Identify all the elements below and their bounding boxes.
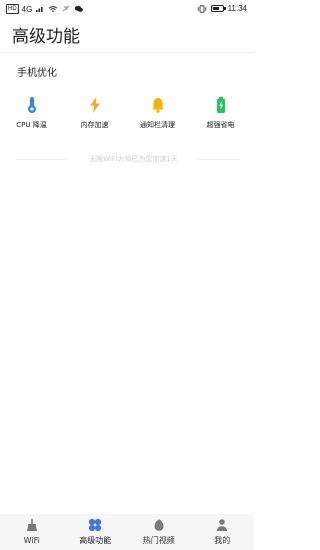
- wechat-icon: [75, 5, 84, 12]
- bottom-nav: WiFi 高级功能 热门视频 我的: [0, 514, 254, 550]
- nav-label: 热门视频: [142, 536, 175, 545]
- boost-notice-row: 无限WiFi大师已为您加速1天: [16, 153, 240, 165]
- feature-label: CPU 降温: [16, 121, 47, 129]
- thermometer-icon: [27, 97, 36, 113]
- bell-icon: [151, 98, 164, 113]
- network-label: HD: [6, 4, 19, 14]
- vibrate-icon: [197, 4, 206, 13]
- signal-label: 4G: [21, 4, 33, 14]
- nav-label: WiFi: [23, 536, 40, 545]
- divider-line: [16, 159, 66, 160]
- feature-cpu-cooling[interactable]: CPU 降温: [0, 96, 63, 140]
- video-icon: [154, 519, 164, 531]
- wifi-status-icon: [49, 6, 58, 13]
- feature-label: 超强省电: [206, 121, 235, 129]
- nav-label: 高级功能: [79, 536, 112, 545]
- feature-label: 内存加速: [80, 121, 109, 129]
- battery-fill: [212, 7, 219, 10]
- status-time: 11:34: [227, 4, 247, 13]
- status-left: HD 4G: [6, 4, 84, 14]
- battery-icon: [216, 96, 225, 113]
- feature-power-saving[interactable]: 超强省电: [189, 96, 252, 140]
- nav-label: 我的: [214, 536, 231, 545]
- feature-notification-clean[interactable]: 通知栏清理: [126, 96, 189, 140]
- header-divider: [0, 52, 254, 53]
- signal-icon: [36, 7, 43, 12]
- lightning-icon: [89, 96, 100, 114]
- feature-memory-boost[interactable]: 内存加速: [63, 96, 126, 140]
- nav-item-advanced-features[interactable]: 高级功能: [64, 514, 128, 550]
- boost-notice: 无限WiFi大师已为您加速1天: [89, 155, 178, 163]
- battery-icon: [210, 5, 226, 12]
- four-petal-icon: [89, 518, 102, 532]
- nav-item-wifi[interactable]: WiFi: [0, 514, 64, 550]
- page-title: 高级功能: [12, 27, 80, 47]
- broom-icon: [26, 519, 37, 531]
- status-right: 11:34: [197, 4, 247, 13]
- nav-item-profile[interactable]: 我的: [191, 514, 255, 550]
- mute-icon: [63, 5, 70, 12]
- feature-label: 通知栏清理: [140, 121, 175, 129]
- divider-line: [198, 159, 240, 160]
- nav-item-hot-videos[interactable]: 热门视频: [127, 514, 191, 550]
- user-icon: [217, 519, 228, 531]
- section-title: 手机优化: [17, 68, 57, 79]
- status-bar: HD 4G 11:34: [0, 0, 254, 18]
